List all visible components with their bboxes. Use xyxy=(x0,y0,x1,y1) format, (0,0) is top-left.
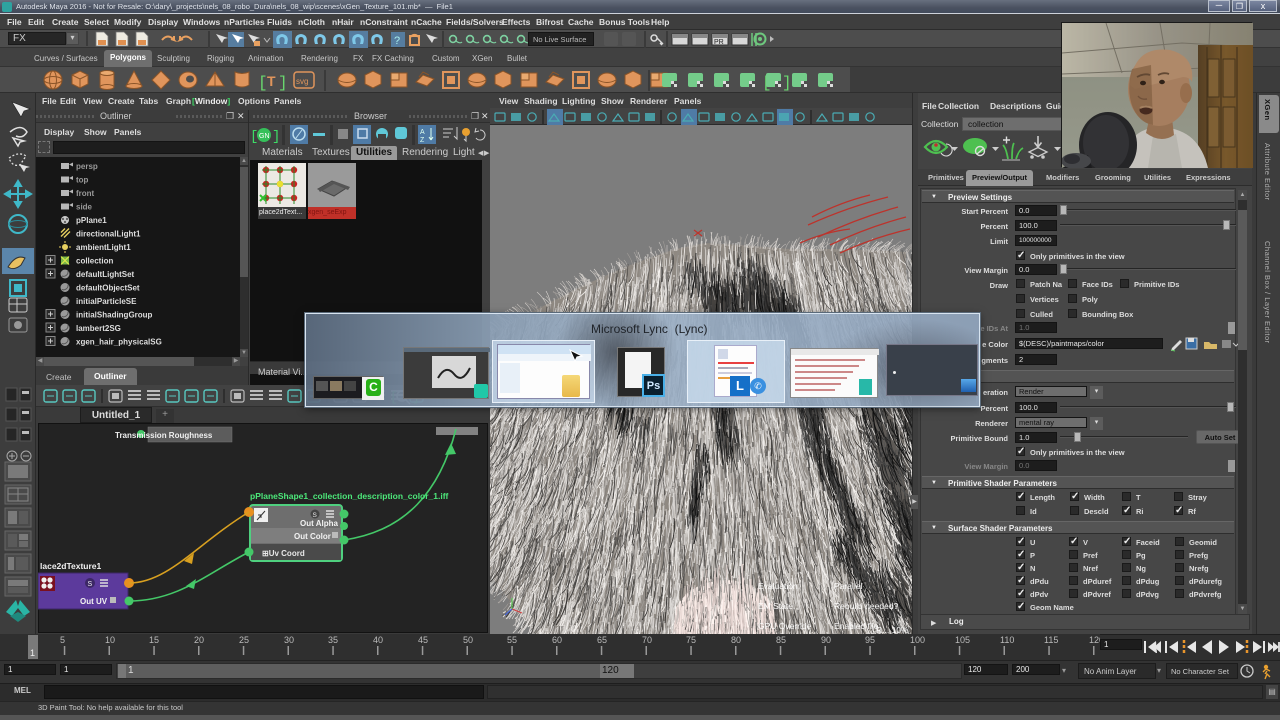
svg-text:25: 25 xyxy=(239,635,249,645)
svg-text:defaultObjectSet: defaultObjectSet xyxy=(76,284,140,293)
svg-text:A: A xyxy=(420,129,425,136)
svg-text:initialParticleSE: initialParticleSE xyxy=(76,297,137,306)
svg-text:50: 50 xyxy=(463,635,473,645)
svg-text:GPU Override: GPU Override xyxy=(758,621,812,631)
svg-text:45: 45 xyxy=(418,635,428,645)
svg-text:90: 90 xyxy=(821,635,831,645)
svg-text:]: ] xyxy=(782,74,792,92)
svg-text:ambientLight1: ambientLight1 xyxy=(76,243,131,252)
svg-text:Parallel: Parallel xyxy=(834,581,862,591)
svg-text:Enabled file: Enabled file xyxy=(834,621,879,631)
svg-text:directionalLight1: directionalLight1 xyxy=(76,230,141,239)
svg-text:EM State: EM State xyxy=(758,601,793,611)
svg-text:75: 75 xyxy=(686,635,696,645)
svg-text:55: 55 xyxy=(507,635,517,645)
svg-text:lambert2SG: lambert2SG xyxy=(76,324,121,333)
svg-text:persp: persp xyxy=(76,162,98,171)
svg-text:pPlane1: pPlane1 xyxy=(76,216,107,225)
svg-text:65: 65 xyxy=(597,635,607,645)
svg-text:10: 10 xyxy=(105,635,115,645)
svg-text:top: top xyxy=(76,176,89,185)
svg-text:]: ] xyxy=(278,74,288,92)
svg-text:100: 100 xyxy=(910,635,925,645)
svg-text:20: 20 xyxy=(194,635,204,645)
svg-text:S: S xyxy=(88,581,93,588)
svg-text:?: ? xyxy=(394,35,400,47)
svg-text:svg: svg xyxy=(296,77,308,86)
svg-text:GN: GN xyxy=(259,133,270,140)
svg-text:defaultLightSet: defaultLightSet xyxy=(76,270,135,279)
svg-text:Out UV: Out UV xyxy=(80,597,108,606)
svg-text:70: 70 xyxy=(642,635,652,645)
svg-text:front: front xyxy=(76,189,95,198)
svg-text:110: 110 xyxy=(1000,635,1014,645)
svg-text:40: 40 xyxy=(373,635,383,645)
svg-text:lace2dTexture1: lace2dTexture1 xyxy=(40,561,102,571)
svg-text:collection: collection xyxy=(76,257,113,266)
svg-text:105: 105 xyxy=(955,635,970,645)
svg-text:T: T xyxy=(267,73,276,89)
svg-text:60: 60 xyxy=(552,635,562,645)
svg-text:initialShadingGroup: initialShadingGroup xyxy=(76,311,153,320)
svg-text:⊞Uv Coord: ⊞Uv Coord xyxy=(262,549,305,558)
svg-text:85: 85 xyxy=(776,635,786,645)
svg-text:80: 80 xyxy=(731,635,741,645)
svg-text:Rebuild needed?: Rebuild needed? xyxy=(834,601,899,611)
svg-text:]: ] xyxy=(272,129,280,145)
svg-text:120: 120 xyxy=(1089,635,1100,645)
svg-text:95: 95 xyxy=(865,635,875,645)
svg-text:1: 1 xyxy=(30,648,35,658)
svg-text:S: S xyxy=(313,512,318,519)
svg-text:Evaluation:: Evaluation: xyxy=(758,581,800,591)
svg-text:PR: PR xyxy=(714,39,724,46)
svg-text:side: side xyxy=(76,203,93,212)
svg-text:Out Alpha: Out Alpha xyxy=(300,519,338,528)
svg-text:pPlaneShape1_collection_descri: pPlaneShape1_collection_description_colo… xyxy=(250,491,449,501)
svg-text:Z: Z xyxy=(420,137,425,144)
svg-text:xgen_hair_physicalSG: xgen_hair_physicalSG xyxy=(76,338,162,347)
svg-text:Out Color: Out Color xyxy=(294,532,331,541)
svg-text:115: 115 xyxy=(1044,635,1058,645)
svg-text:15: 15 xyxy=(149,635,159,645)
svg-text:Transmission Roughness: Transmission Roughness xyxy=(115,431,213,440)
svg-text:[: [ xyxy=(250,129,258,145)
svg-text:30: 30 xyxy=(284,635,294,645)
svg-text:5: 5 xyxy=(60,635,65,645)
svg-text:35: 35 xyxy=(328,635,338,645)
